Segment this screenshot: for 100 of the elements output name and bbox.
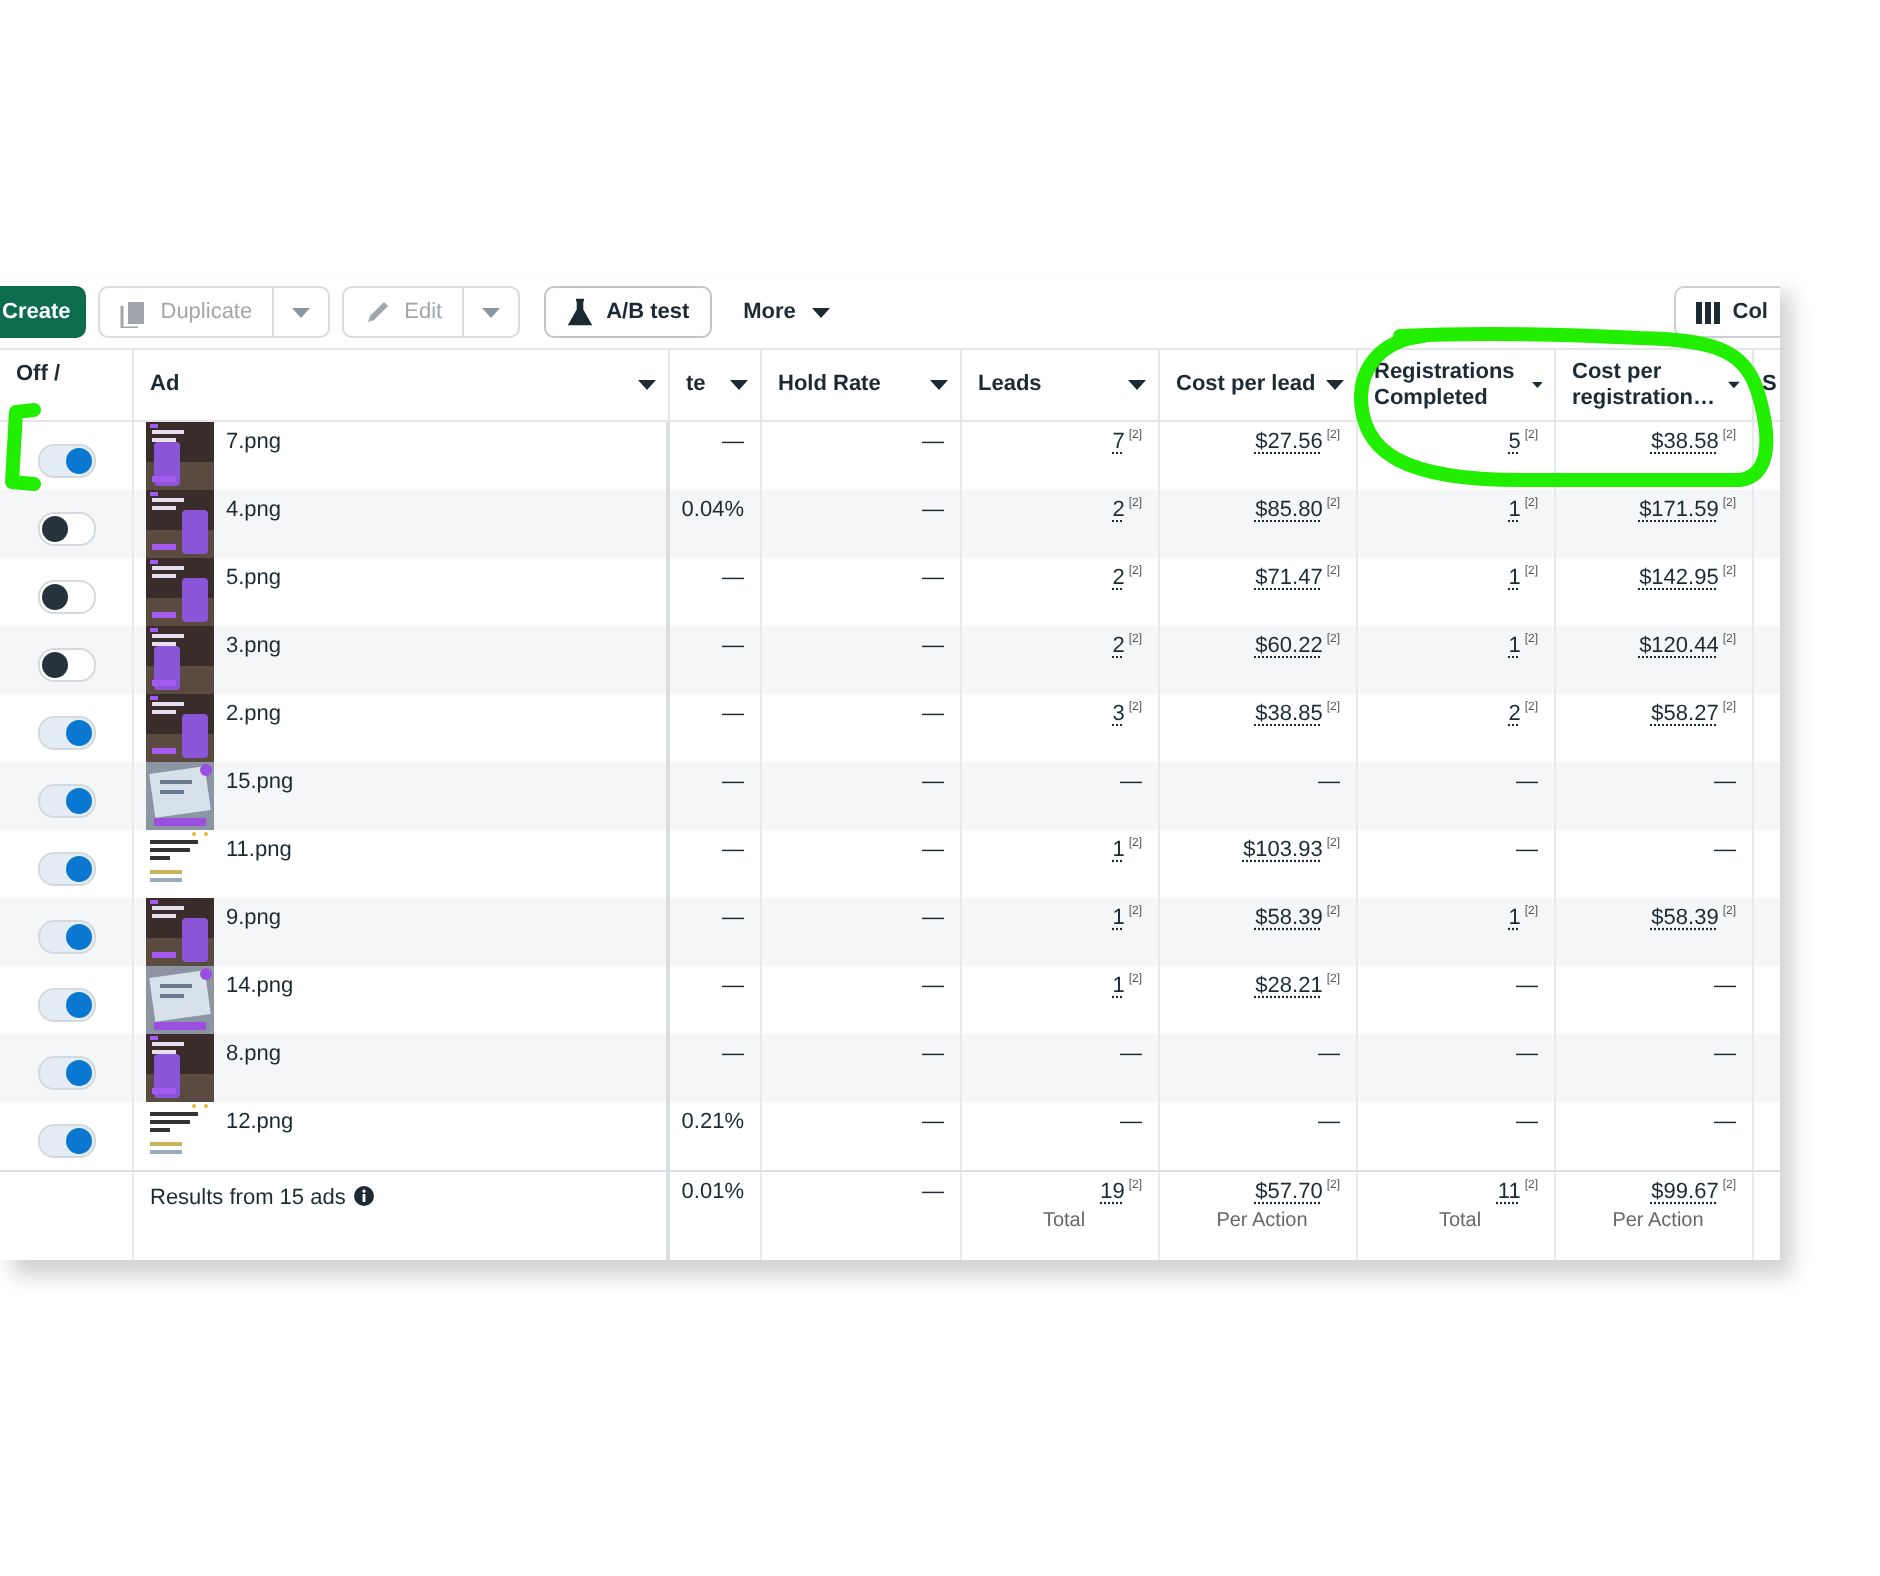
table-cell: — [1516, 974, 1538, 998]
table-cell[interactable]: 1 [1112, 906, 1125, 930]
table-cell[interactable]: 19 [1100, 1180, 1125, 1204]
copy-icon [120, 297, 149, 327]
table-cell: 0.04% [681, 498, 744, 522]
table-cell[interactable]: 11 [1497, 1180, 1521, 1204]
toggle-switch[interactable] [37, 987, 95, 1021]
table-cell[interactable]: $85.80 [1255, 498, 1323, 522]
table-cell[interactable]: 1 [1508, 498, 1521, 522]
ad-name[interactable]: 8.png [226, 1042, 282, 1066]
table-cell: — [1516, 838, 1538, 862]
toggle-switch[interactable] [37, 1055, 95, 1089]
cell-caption: Per Action [1214, 1210, 1310, 1232]
table-cell[interactable]: $142.95 [1639, 566, 1719, 590]
ad-name[interactable]: 11.png [226, 838, 292, 862]
annotation-bracket [5, 403, 41, 491]
table-cell[interactable]: 2 [1112, 498, 1125, 522]
table-cell: — [1714, 1042, 1736, 1066]
table-cell[interactable]: $58.39 [1651, 906, 1719, 930]
table-cell[interactable]: 5 [1508, 430, 1521, 454]
caret-icon [638, 380, 656, 390]
table-cell[interactable]: $57.70 [1255, 1180, 1323, 1204]
table-cell[interactable]: 2 [1112, 566, 1125, 590]
table-cell[interactable]: $171.59 [1639, 498, 1719, 522]
ad-name[interactable]: 12.png [226, 1110, 294, 1134]
table-cell: — [1714, 1110, 1736, 1134]
table-cell: — [1318, 1042, 1340, 1066]
table-cell: — [922, 974, 944, 998]
table-cell: — [922, 430, 944, 454]
toggle-switch[interactable] [37, 511, 95, 545]
table-cell: — [722, 974, 744, 998]
table-cell: — [1120, 770, 1142, 794]
toggle-switch[interactable] [37, 647, 95, 681]
cell-caption: Per Action [1610, 1210, 1706, 1232]
table-cell: 0.01% [681, 1180, 744, 1204]
table-cell: — [922, 1180, 944, 1204]
ad-name[interactable]: 9.png [226, 906, 282, 930]
table-cell[interactable]: 2 [1112, 634, 1125, 658]
caret-icon [482, 307, 501, 317]
table-cell: — [1120, 1042, 1142, 1066]
table-cell[interactable]: $28.21 [1255, 974, 1323, 998]
toggle-switch[interactable] [37, 919, 95, 953]
table-row[interactable]: 8.png — — — — — — [0, 1034, 1780, 1102]
table-cell[interactable]: 1 [1508, 906, 1521, 930]
flask-icon [566, 297, 595, 327]
table-cell[interactable]: $58.27 [1651, 702, 1719, 726]
ad-name[interactable]: 3.png [226, 634, 282, 658]
toggle-switch[interactable] [37, 579, 95, 613]
caret-icon [811, 307, 830, 317]
table-cell[interactable]: 1 [1508, 566, 1521, 590]
caret-icon [1128, 380, 1146, 390]
table-cell[interactable]: 3 [1112, 702, 1125, 726]
table-cell[interactable]: $60.22 [1255, 634, 1323, 658]
table-cell[interactable]: $99.67 [1651, 1180, 1719, 1204]
table-cell[interactable]: $71.47 [1255, 566, 1323, 590]
table-cell: — [1318, 770, 1340, 794]
table-cell: — [1714, 974, 1736, 998]
table-cell: — [722, 702, 744, 726]
table-cell[interactable]: 1 [1112, 838, 1125, 862]
toggle-switch[interactable] [37, 851, 95, 885]
table-cell[interactable]: $58.39 [1255, 906, 1323, 930]
table-cell: — [722, 1042, 744, 1066]
ab-test-button[interactable]: A/B test [544, 286, 712, 338]
toggle-switch[interactable] [37, 715, 95, 749]
table-cell[interactable]: 1 [1508, 634, 1521, 658]
table-cell: — [722, 838, 744, 862]
table-cell: — [722, 566, 744, 590]
table-cell: 0.21% [681, 1110, 744, 1134]
table-cell: — [722, 906, 744, 930]
caret-icon [930, 380, 948, 390]
table-row[interactable]: 12.png 0.21% — — — — — [0, 1102, 1780, 1170]
toggle-switch[interactable] [37, 1123, 95, 1157]
results-summary: Results from 15 ads [150, 1186, 346, 1210]
table-cell[interactable]: $103.93 [1243, 838, 1323, 862]
ad-name[interactable]: 2.png [226, 702, 282, 726]
caret-icon [1531, 380, 1542, 390]
table-cell: — [1714, 770, 1736, 794]
table-cell[interactable]: 1 [1112, 974, 1125, 998]
table-cell: — [922, 634, 944, 658]
table-cell[interactable]: 7 [1112, 430, 1125, 454]
table-row[interactable]: 15.png — — — — — — [0, 762, 1780, 830]
toggle-switch[interactable] [37, 783, 95, 817]
ad-name[interactable]: 15.png [226, 770, 294, 794]
ad-name[interactable]: 4.png [226, 498, 282, 522]
table-cell[interactable]: $38.58 [1651, 430, 1719, 454]
button-label: Edit [404, 300, 443, 324]
ad-name[interactable]: 5.png [226, 566, 282, 590]
create-button[interactable]: Create [0, 286, 87, 338]
toggle-switch[interactable] [37, 443, 95, 477]
table-cell: — [722, 770, 744, 794]
table-cell[interactable]: $38.85 [1255, 702, 1323, 726]
table-cell[interactable]: $120.44 [1639, 634, 1719, 658]
table-cell: — [1516, 1110, 1538, 1134]
table-cell[interactable]: $27.56 [1255, 430, 1323, 454]
table-cell[interactable]: 2 [1508, 702, 1521, 726]
ad-name[interactable]: 14.png [226, 974, 294, 998]
ad-name[interactable]: 7.png [226, 430, 282, 454]
cell-caption: Total [1436, 1210, 1484, 1232]
columns-button[interactable]: Col [1674, 286, 1780, 338]
table-cell: — [1318, 1110, 1340, 1134]
